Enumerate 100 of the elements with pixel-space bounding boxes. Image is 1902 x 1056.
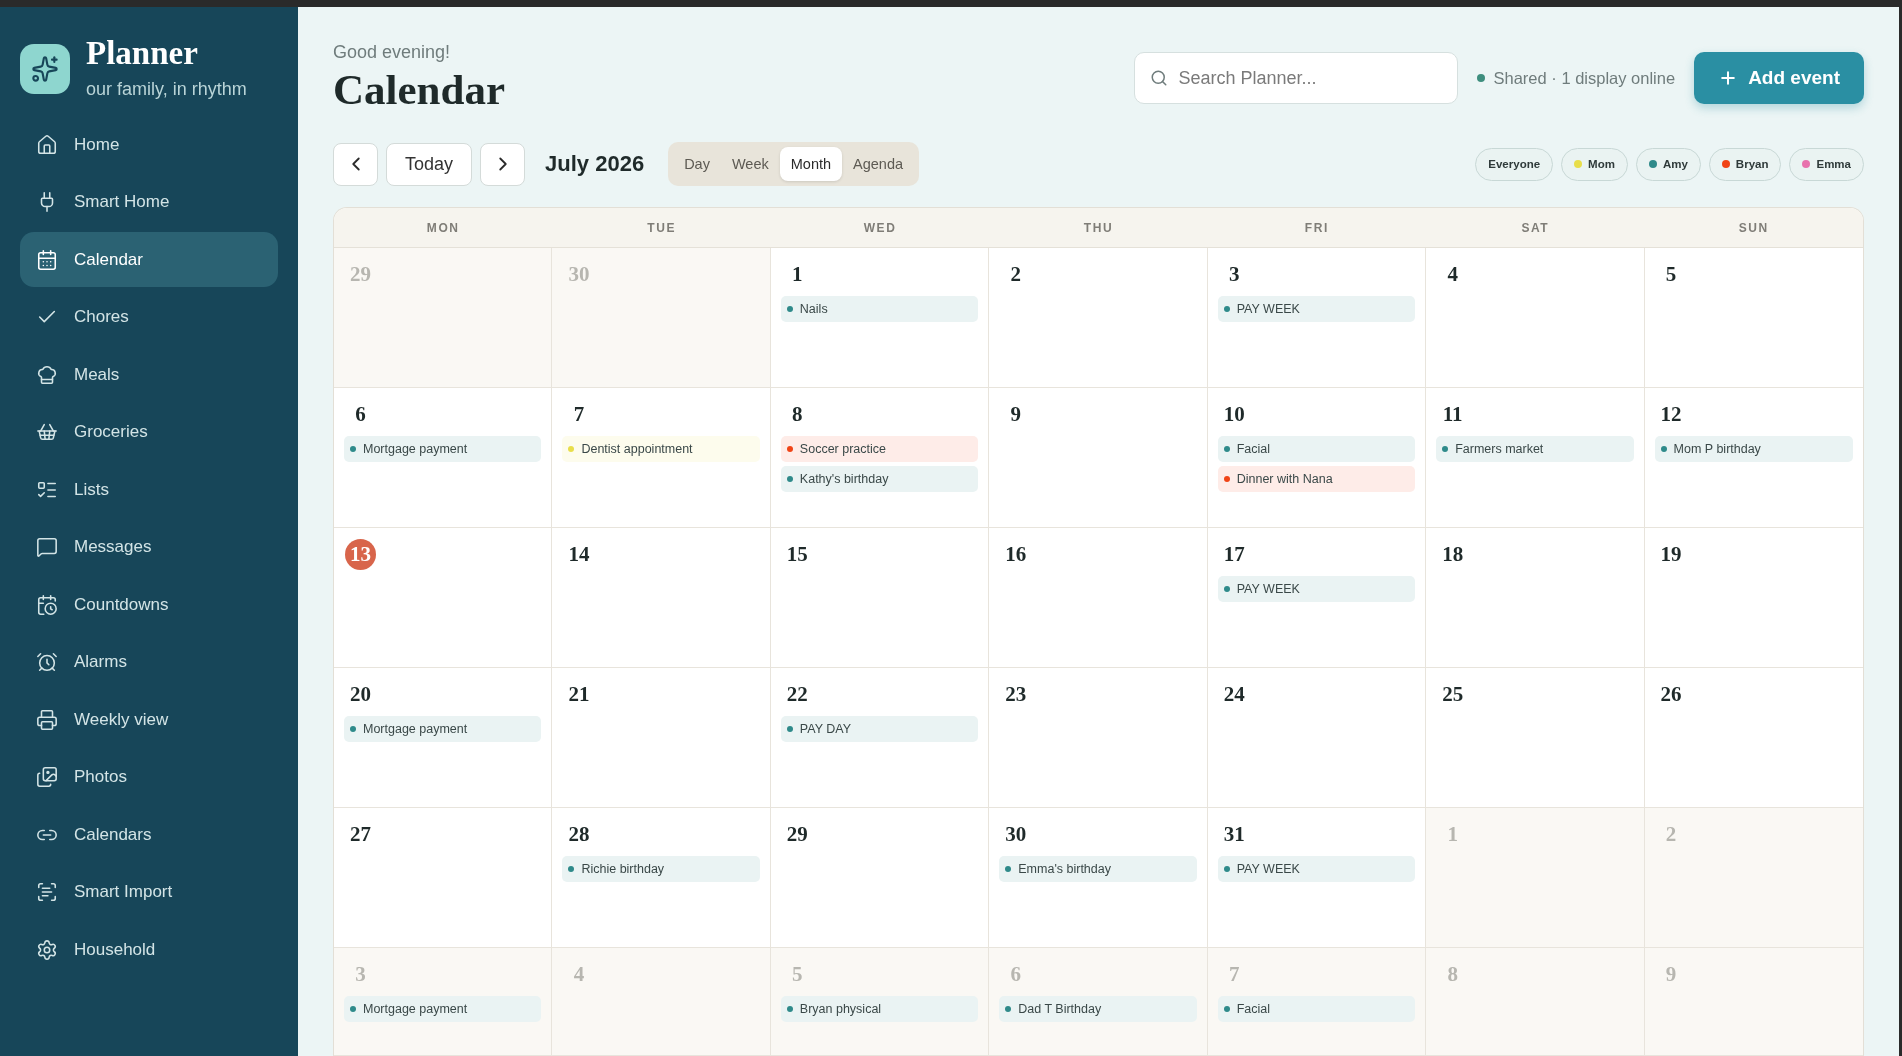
filter-chip[interactable]: Emma xyxy=(1789,147,1864,181)
event-chip[interactable]: Dinner with Nana xyxy=(1217,466,1416,492)
filter-chip[interactable]: Amy xyxy=(1635,147,1701,181)
weekday-label: SUN xyxy=(1738,220,1769,235)
day-number: 6 xyxy=(1009,961,1023,988)
weekday-label: TUE xyxy=(647,220,677,235)
view-tab[interactable]: Day xyxy=(673,147,721,181)
event-chip[interactable]: PAY DAY xyxy=(780,716,979,742)
previous-button[interactable] xyxy=(333,142,378,186)
day-number: 20 xyxy=(349,681,372,708)
nav-item[interactable]: Calendars xyxy=(20,807,278,862)
filter-chip[interactable]: Mom xyxy=(1561,147,1628,181)
alarm-clock-icon xyxy=(36,651,58,673)
day-number: 6 xyxy=(354,401,367,428)
settings-icon xyxy=(36,938,58,961)
day-number: 9 xyxy=(1664,961,1678,988)
day-number: 4 xyxy=(1446,261,1459,288)
event-chip[interactable]: Bryan physical xyxy=(780,996,979,1022)
app-title: Planner xyxy=(86,37,199,70)
nav-item[interactable]: Smart Import xyxy=(20,864,278,920)
event-chip[interactable]: Farmers market xyxy=(1436,436,1634,462)
app-tagline: our family, in rhythm xyxy=(86,78,247,100)
event-chip[interactable]: Dad T Birthday xyxy=(999,996,1197,1022)
day-number: 14 xyxy=(567,541,591,568)
nav-item[interactable]: Countdowns xyxy=(20,577,278,632)
day-number: 7 xyxy=(572,401,586,428)
sparkles-logo-icon xyxy=(20,43,70,94)
basket-icon xyxy=(36,421,58,443)
day-number: 18 xyxy=(1441,541,1465,568)
view-tab[interactable]: Agenda xyxy=(842,147,915,181)
event-chip[interactable]: Mom P birthday xyxy=(1654,436,1853,462)
next-button[interactable] xyxy=(480,142,526,186)
home-icon xyxy=(36,133,58,156)
event-chip[interactable]: Soccer practice xyxy=(780,436,979,462)
nav-item[interactable]: Weekly view xyxy=(20,692,278,747)
day-number: 5 xyxy=(1664,261,1678,288)
greeting-text: Good evening! xyxy=(333,41,452,63)
event-chip[interactable]: Mortgage payment xyxy=(344,996,542,1022)
day-number: 22 xyxy=(785,681,809,708)
day-number: 29 xyxy=(349,261,372,288)
status-dot-icon xyxy=(1476,74,1485,82)
day-number: 9 xyxy=(1009,401,1023,428)
day-number: 1 xyxy=(1446,821,1459,848)
day-number: 8 xyxy=(1446,961,1459,988)
event-chip[interactable]: Richie birthday xyxy=(562,856,760,882)
filter-chip[interactable]: Everyone xyxy=(1475,147,1554,181)
nav-item[interactable]: Messages xyxy=(20,519,278,575)
printer-icon xyxy=(36,708,58,731)
nav-item[interactable]: Home xyxy=(20,117,278,172)
nav-item[interactable]: Household xyxy=(20,922,278,977)
event-chip[interactable]: PAY WEEK xyxy=(1217,856,1416,882)
event-chip[interactable]: Dentist appointment xyxy=(562,436,760,462)
nav-item[interactable]: Lists xyxy=(20,462,278,517)
day-number: 8 xyxy=(791,401,804,428)
event-chip[interactable]: PAY WEEK xyxy=(1217,576,1416,602)
event-chip[interactable]: Facial xyxy=(1217,436,1416,462)
day-number: 12 xyxy=(1659,401,1683,428)
day-number: 10 xyxy=(1222,401,1246,428)
nav-item[interactable]: Smart Home xyxy=(20,174,278,230)
event-chip[interactable]: Kathy's birthday xyxy=(780,466,979,492)
event-chip[interactable]: Facial xyxy=(1217,996,1416,1022)
calendar-clock-icon xyxy=(36,593,58,616)
images-icon xyxy=(36,766,58,788)
scan-text-icon xyxy=(36,881,58,903)
weekday-label: FRI xyxy=(1304,220,1329,235)
nav-item[interactable]: Alarms xyxy=(20,634,278,690)
view-tab[interactable]: Week xyxy=(720,147,780,181)
event-chip[interactable]: Mortgage payment xyxy=(344,436,542,462)
weekday-label: THU xyxy=(1083,220,1114,235)
status-text: Shared · 1 display online xyxy=(1493,68,1676,88)
calendar-icon xyxy=(36,248,58,271)
search-field[interactable]: Search Planner... xyxy=(1133,52,1458,104)
day-number: 21 xyxy=(567,681,591,708)
add-event-button[interactable]: Add event xyxy=(1694,52,1864,104)
page-title: Calendar xyxy=(333,65,505,115)
event-chip[interactable]: Emma's birthday xyxy=(999,856,1197,882)
day-number: 4 xyxy=(572,961,586,988)
nav-item[interactable]: Calendar xyxy=(20,232,278,287)
event-chip[interactable]: Mortgage payment xyxy=(344,716,542,742)
view-tab[interactable]: Month xyxy=(779,147,843,181)
event-chip[interactable]: PAY WEEK xyxy=(1217,296,1416,322)
day-number: 27 xyxy=(349,821,372,848)
day-number: 1 xyxy=(791,261,804,288)
event-chip[interactable]: Nails xyxy=(780,296,979,322)
day-number: 16 xyxy=(1004,541,1028,568)
nav-item[interactable]: Meals xyxy=(20,347,278,402)
day-number: 29 xyxy=(785,821,809,848)
day-number: 30 xyxy=(1004,821,1028,848)
day-number: 31 xyxy=(1222,821,1246,848)
day-number: 2 xyxy=(1009,261,1023,288)
filter-chip[interactable]: Bryan xyxy=(1708,147,1782,181)
day-number: 3 xyxy=(354,961,367,988)
nav-item[interactable]: Chores xyxy=(20,289,278,345)
nav-item[interactable]: Groceries xyxy=(20,404,278,460)
today-button[interactable]: Today xyxy=(386,142,473,186)
day-number: 24 xyxy=(1222,681,1246,708)
day-number: 7 xyxy=(1227,961,1241,988)
nav-item[interactable]: Photos xyxy=(20,749,278,805)
month-label: July 2026 xyxy=(545,151,645,177)
day-number: 28 xyxy=(567,821,591,848)
